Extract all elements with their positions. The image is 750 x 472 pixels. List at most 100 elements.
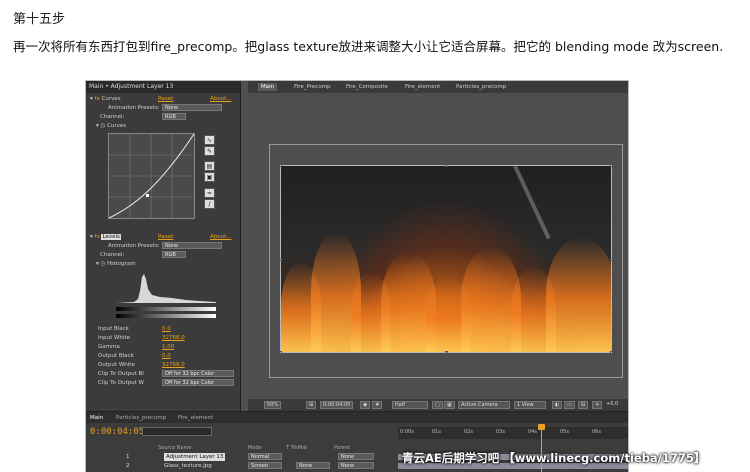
step-title: 第十五步 (13, 12, 66, 27)
comp-tab-fire-composite[interactable]: Fire_Composite (346, 83, 388, 91)
glass-scratch-streak (513, 166, 551, 240)
viewer-timecode[interactable]: 0:00:04:05 (320, 401, 354, 409)
curves-channel-label: Channel: (100, 114, 125, 120)
timeline-search-input[interactable] (142, 427, 212, 436)
param-output-white-value[interactable]: 32768,0 (162, 361, 185, 369)
curves-graph[interactable] (108, 133, 195, 219)
timeline-icon[interactable]: ▭ (564, 401, 575, 409)
layer-mode-select[interactable]: Normal (248, 453, 282, 460)
comp-tab-particles-precomp[interactable]: Particles_precomp (456, 83, 506, 91)
col-trkmat[interactable]: T TrkMat (286, 445, 307, 452)
curves-channel-select[interactable]: RGB (162, 113, 186, 120)
expand-triangle-icon[interactable]: ▾ (90, 234, 93, 240)
param-clip-black-select[interactable]: Off for 32 bpc Color (162, 370, 234, 377)
layer-name[interactable]: Adjustment Layer 13 (164, 453, 226, 461)
curves-sub-label: Curves (107, 123, 127, 129)
view-layout-select[interactable]: 1 View (514, 401, 546, 409)
col-parent[interactable]: Parent (334, 445, 350, 452)
region-of-interest-icon[interactable]: ▢ (432, 401, 443, 409)
exposure-value[interactable]: +0,0 (604, 401, 620, 409)
camera-select[interactable]: Active Camera (458, 401, 510, 409)
curves-reset-link[interactable]: Reset (158, 95, 173, 103)
color-channel-icon[interactable]: ❖ (372, 401, 383, 409)
ruler-tick: 01s (432, 429, 441, 435)
levels-reset-link[interactable]: Reset (158, 233, 173, 241)
histogram-row[interactable]: ▾ ◷ Histogram (96, 260, 136, 268)
expand-triangle-icon[interactable]: ▾ (96, 123, 99, 129)
param-gamma-value[interactable]: 1,00 (162, 343, 174, 351)
resolution-select[interactable]: Half (392, 401, 428, 409)
smooth-tool-icon[interactable]: ≈ (204, 188, 215, 198)
transparency-grid-icon[interactable]: ▦ (444, 401, 455, 409)
effect-controls-header: Main • Adjustment Layer 13 (86, 81, 240, 93)
fire-glass-texture-image[interactable] (280, 165, 612, 353)
levels-about-link[interactable]: About... (210, 233, 232, 241)
transform-handle[interactable] (610, 351, 613, 354)
grid-toggle-icon[interactable]: ⊞ (306, 401, 317, 409)
levels-effect-row[interactable]: ▾ fx Levels (90, 233, 121, 241)
histogram-svg (116, 274, 216, 303)
transform-handle[interactable] (279, 351, 282, 354)
param-output-white-label: Output White (98, 362, 135, 368)
output-levels-gradient[interactable] (116, 314, 216, 318)
param-input-black-value[interactable]: 0,0 (162, 325, 171, 333)
curves-about-link[interactable]: About... (210, 95, 232, 103)
fast-preview-icon[interactable]: ◐ (552, 401, 563, 409)
layer-mode-select[interactable]: Screen (248, 462, 282, 469)
layer-parent-select[interactable]: None (338, 453, 374, 460)
curve-tool-icon[interactable]: ∿ (204, 135, 215, 145)
exposure-icon[interactable]: ☀ (592, 401, 603, 409)
layer-number: 1 (126, 454, 130, 460)
comp-tab-fire-precomp[interactable]: Fire_Precomp (294, 83, 331, 91)
timeline-tab-particles-precomp[interactable]: Particles_precomp (116, 414, 166, 422)
levels-presets-select[interactable]: None (162, 242, 222, 249)
param-output-black-value[interactable]: 0,0 (162, 352, 171, 360)
expand-triangle-icon[interactable]: ▾ (96, 261, 99, 267)
curves-presets-label: Animation Presets: (108, 105, 160, 111)
zoom-select[interactable]: 50% (264, 401, 282, 409)
fx-icon: fx (94, 234, 100, 240)
after-effects-screenshot: Main • Adjustment Layer 13 ▾ fx Curves R… (85, 80, 629, 472)
input-levels-gradient[interactable] (116, 307, 216, 311)
comp-tab-fire-element[interactable]: Fire_element (405, 83, 440, 91)
snapshot-icon[interactable]: ◉ (360, 401, 371, 409)
step-instruction: 再一次将所有东西打包到fire_precomp。把glass texture放进… (13, 39, 724, 54)
flame-shape (546, 237, 611, 352)
col-mode[interactable]: Mode (248, 445, 262, 452)
layer-name[interactable]: Glass_texture.jpg (164, 462, 212, 470)
expand-triangle-icon[interactable]: ▾ (90, 96, 93, 102)
param-input-white-value[interactable]: 32768,0 (162, 334, 185, 342)
flowchart-icon[interactable]: ⊟ (578, 401, 589, 409)
timeline-tab-main[interactable]: Main (90, 414, 103, 422)
timeline-tab-fire-element[interactable]: Fire_element (178, 414, 213, 422)
pencil-tool-icon[interactable]: ✎ (204, 146, 215, 156)
viewer-toolbar: 50% ⊞ 0:00:04:05 ◉ ❖ Half ▢ ▦ Active Cam… (248, 399, 628, 411)
reset-curve-icon[interactable]: / (204, 199, 215, 209)
transform-handle[interactable] (445, 164, 448, 167)
save-file-icon[interactable]: ▣ (204, 172, 215, 182)
transform-handle[interactable] (610, 164, 613, 167)
levels-channel-select[interactable]: RGB (162, 251, 186, 258)
curves-presets-select[interactable]: None (162, 104, 222, 111)
histogram-graph[interactable] (116, 271, 216, 303)
curves-sub-row[interactable]: ▾ ◷ Curves (96, 122, 126, 130)
levels-presets-label: Animation Presets: (108, 243, 160, 249)
curves-grid-svg[interactable] (108, 133, 195, 219)
transform-handle[interactable] (610, 258, 613, 261)
layer-parent-select[interactable]: None (338, 462, 374, 469)
stopwatch-icon[interactable]: ◷ (101, 123, 106, 129)
curves-effect-row[interactable]: ▾ fx Curves (90, 95, 121, 103)
layer-trkmat-select[interactable]: None (296, 462, 330, 469)
transform-handle[interactable] (279, 258, 282, 261)
param-input-white-label: Input White (98, 335, 130, 341)
layer-number: 2 (126, 463, 130, 469)
stopwatch-icon[interactable]: ◷ (101, 261, 106, 267)
transform-handle[interactable] (279, 164, 282, 167)
time-ruler[interactable]: 0:00s 01s 02s 03s 04s 05s 06s (398, 427, 628, 439)
open-file-icon[interactable]: ▤ (204, 161, 215, 171)
param-clip-white-select[interactable]: Off for 32 bpc Color (162, 379, 234, 386)
timeline-timecode[interactable]: 0:00:04:05 (90, 427, 144, 437)
col-source-name[interactable]: Source Name (158, 445, 192, 452)
comp-tab-main[interactable]: Main (258, 83, 278, 91)
transform-handle[interactable] (445, 351, 448, 354)
